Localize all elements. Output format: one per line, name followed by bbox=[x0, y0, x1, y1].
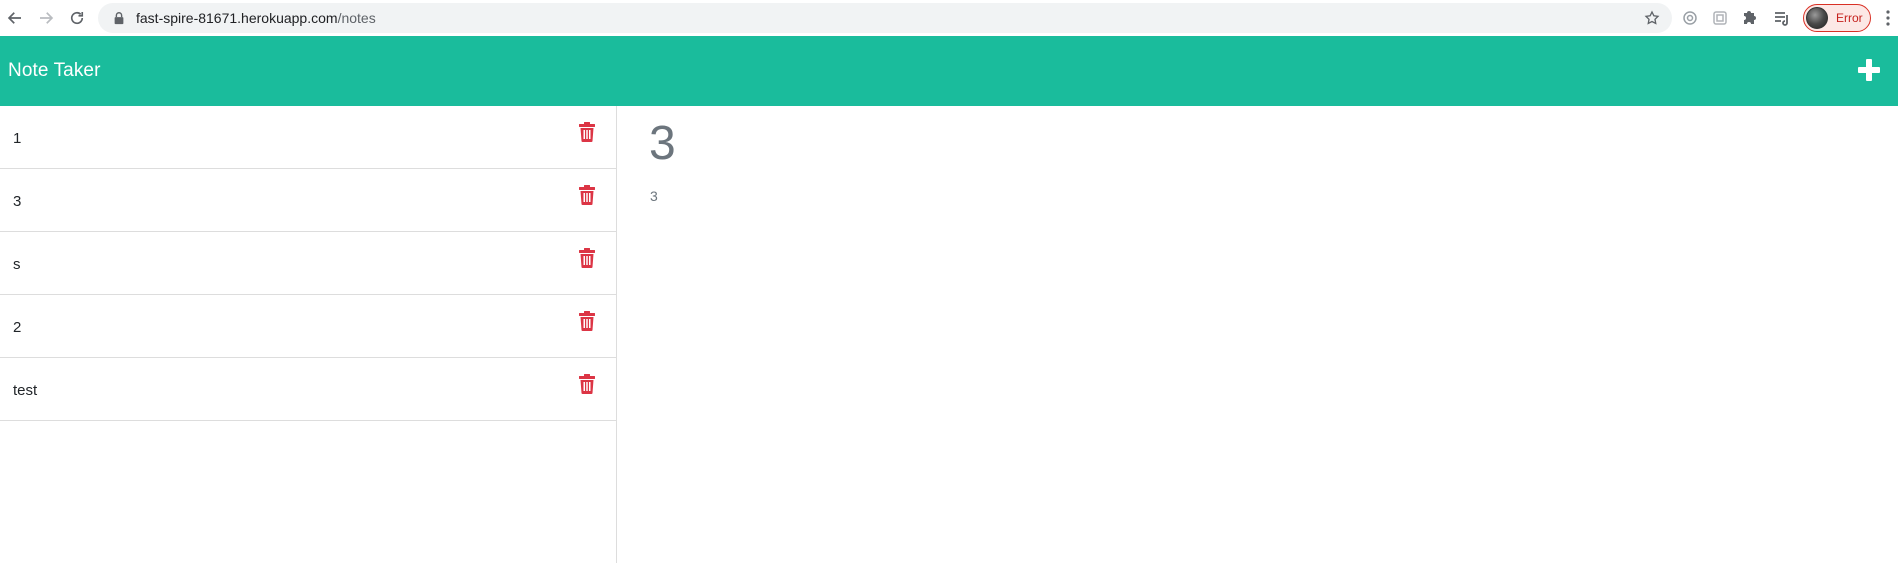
lock-icon bbox=[112, 11, 126, 25]
note-text-display[interactable]: 3 bbox=[650, 188, 658, 204]
trash-icon[interactable] bbox=[579, 185, 595, 205]
extension-icon[interactable] bbox=[1711, 9, 1729, 27]
media-queue-icon[interactable] bbox=[1773, 9, 1791, 27]
list-item[interactable]: 1 bbox=[0, 106, 616, 169]
profile-button[interactable]: Error bbox=[1803, 4, 1871, 32]
trash-icon[interactable] bbox=[579, 374, 595, 394]
avatar bbox=[1806, 7, 1828, 29]
plus-icon[interactable] bbox=[1857, 58, 1881, 82]
profile-status-label: Error bbox=[1836, 11, 1863, 25]
app-navbar: Note Taker bbox=[0, 36, 1898, 106]
trash-icon[interactable] bbox=[579, 122, 595, 142]
trash-icon[interactable] bbox=[579, 311, 595, 331]
back-icon[interactable] bbox=[0, 3, 30, 33]
address-bar[interactable]: fast-spire-81671.herokuapp.com/notes bbox=[98, 3, 1672, 33]
list-item[interactable]: 2 bbox=[0, 295, 616, 358]
forward-icon[interactable] bbox=[31, 3, 61, 33]
trash-icon[interactable] bbox=[579, 248, 595, 268]
url-host: fast-spire-81671.herokuapp.com bbox=[136, 10, 338, 26]
browser-toolbar: fast-spire-81671.herokuapp.com/notes Err… bbox=[0, 0, 1898, 36]
brand-title[interactable]: Note Taker bbox=[8, 60, 101, 82]
note-title[interactable]: 3 bbox=[13, 193, 21, 210]
extension-icon[interactable] bbox=[1681, 9, 1699, 27]
puzzle-icon[interactable] bbox=[1742, 9, 1760, 27]
note-title[interactable]: 2 bbox=[13, 319, 21, 336]
reload-icon[interactable] bbox=[62, 3, 92, 33]
url-path: /notes bbox=[337, 10, 376, 26]
note-title[interactable]: test bbox=[13, 382, 37, 399]
note-title-display[interactable]: 3 bbox=[649, 116, 676, 171]
note-list: 1 3 s 2 test bbox=[0, 106, 617, 563]
note-title[interactable]: 1 bbox=[13, 130, 21, 147]
list-item[interactable]: s bbox=[0, 232, 616, 295]
list-item[interactable]: 3 bbox=[0, 169, 616, 232]
bookmark-star-icon[interactable] bbox=[1644, 10, 1660, 26]
note-title[interactable]: s bbox=[13, 256, 21, 273]
kebab-menu-icon[interactable] bbox=[1884, 9, 1892, 27]
list-item[interactable]: test bbox=[0, 358, 616, 421]
